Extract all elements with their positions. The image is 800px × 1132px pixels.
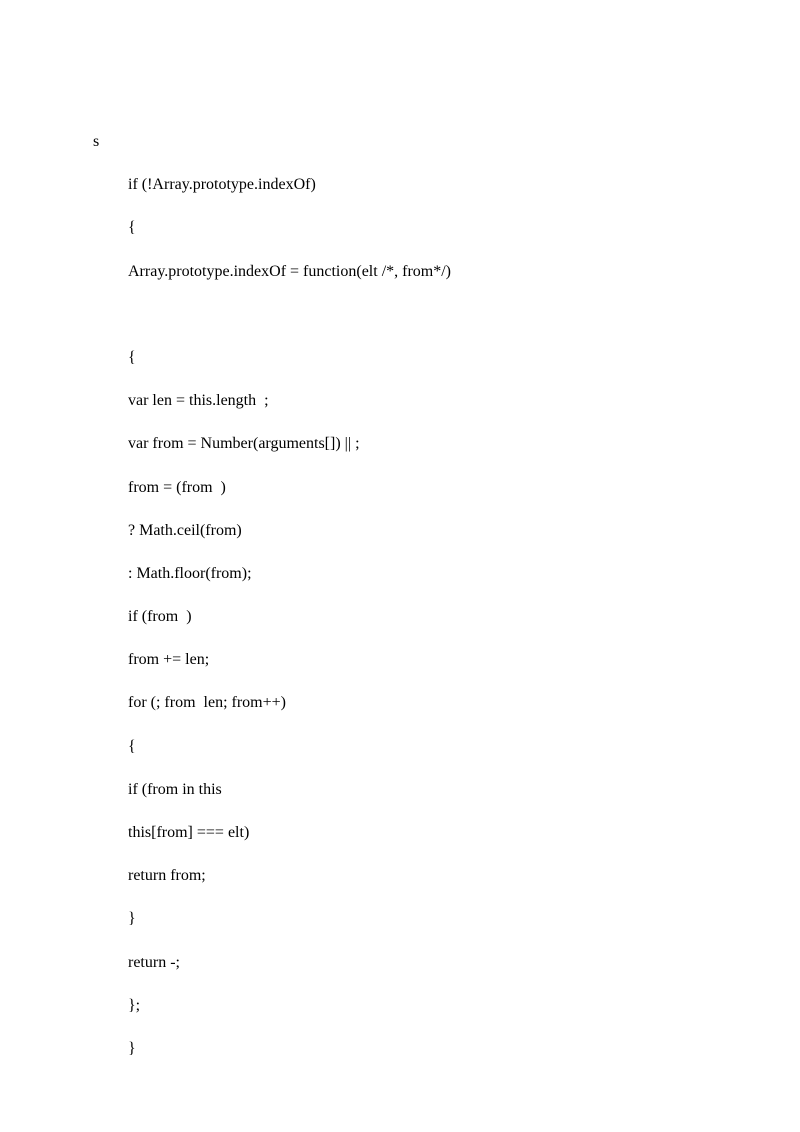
code-line: } [95,1027,705,1070]
code-line: { [95,725,705,768]
code-line: return from; [95,854,705,897]
code-line: this[from] === elt) [95,811,705,854]
code-line: } [95,897,705,940]
code-line: { [95,336,705,379]
code-line: : Math.floor(from); [95,552,705,595]
code-line: if (from in this [95,768,705,811]
code-line: return -; [95,941,705,984]
code-line: s [93,120,705,163]
code-line: from += len; [95,638,705,681]
code-document: s if (!Array.prototype.indexOf) { Array.… [95,120,705,1070]
blank-line [95,293,705,336]
code-line: var from = Number(arguments[]) || ; [95,422,705,465]
code-line: if (!Array.prototype.indexOf) [95,163,705,206]
code-line: }; [95,984,705,1027]
code-line: var len = this.length ; [95,379,705,422]
code-line: Array.prototype.indexOf = function(elt /… [95,250,705,293]
code-line: from = (from ) [95,466,705,509]
code-line: { [95,206,705,249]
code-line: ? Math.ceil(from) [95,509,705,552]
code-line: for (; from len; from++) [95,681,705,724]
code-line: if (from ) [95,595,705,638]
